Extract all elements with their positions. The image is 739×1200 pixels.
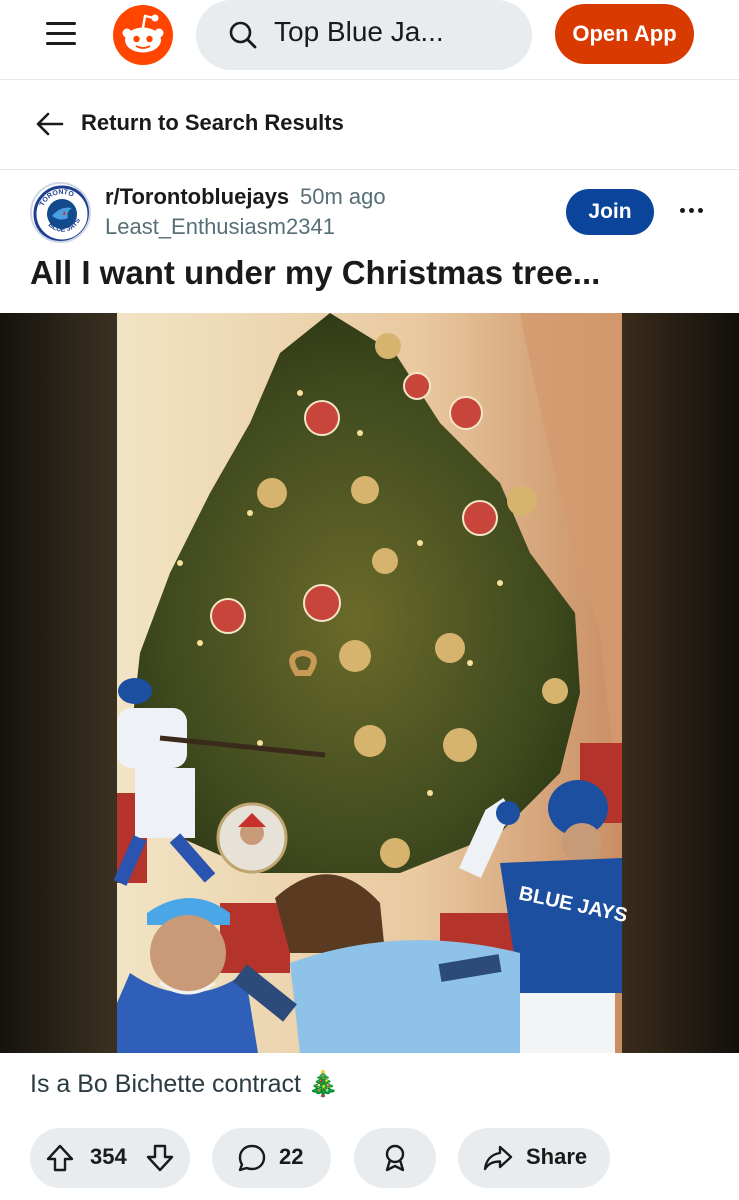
post-body-text: Is a Bo Bichette contract 🎄 <box>30 1070 340 1098</box>
post-title[interactable]: All I want under my Christmas tree... <box>30 254 600 292</box>
award-button[interactable] <box>354 1128 436 1188</box>
blue-jays-logo-icon: TORONTO BLUE JAYS <box>33 185 89 241</box>
christmas-tree-image: BLUE JAYS <box>0 313 739 1053</box>
upvote-count: 354 <box>90 1144 127 1169</box>
back-arrow-icon <box>36 112 64 136</box>
top-bar: Top Blue Ja... Open App <box>0 0 739 80</box>
comment-icon <box>238 1144 266 1172</box>
upvote-icon[interactable] <box>44 1142 76 1174</box>
award-icon <box>385 1144 405 1172</box>
menu-icon[interactable] <box>38 16 84 52</box>
more-icon[interactable] <box>672 196 712 226</box>
author-name[interactable]: Least_Enthusiasm2341 <box>105 214 335 240</box>
return-label: Return to Search Results <box>81 110 344 135</box>
return-to-search-link[interactable]: Return to Search Results <box>0 80 739 170</box>
join-button[interactable]: Join <box>566 189 654 235</box>
vote-control: 354 <box>30 1128 190 1188</box>
share-icon <box>483 1145 513 1171</box>
search-query-text: Top Blue Ja... <box>274 16 444 47</box>
search-bar[interactable]: Top Blue Ja... <box>196 0 532 70</box>
subreddit-avatar[interactable]: TORONTO BLUE JAYS <box>30 182 91 243</box>
subreddit-name[interactable]: r/Torontobluejays <box>105 184 289 210</box>
downvote-icon[interactable] <box>144 1142 176 1174</box>
share-label: Share <box>526 1144 588 1169</box>
comments-button[interactable]: 22 <box>212 1128 331 1188</box>
open-app-button[interactable]: Open App <box>555 4 694 64</box>
post-image[interactable]: BLUE JAYS <box>0 313 739 1053</box>
share-button[interactable]: Share <box>458 1128 610 1188</box>
search-icon <box>229 21 257 49</box>
comment-count: 22 <box>279 1144 304 1169</box>
reddit-logo-icon[interactable] <box>112 4 174 66</box>
post-time: 50m ago <box>300 184 386 209</box>
